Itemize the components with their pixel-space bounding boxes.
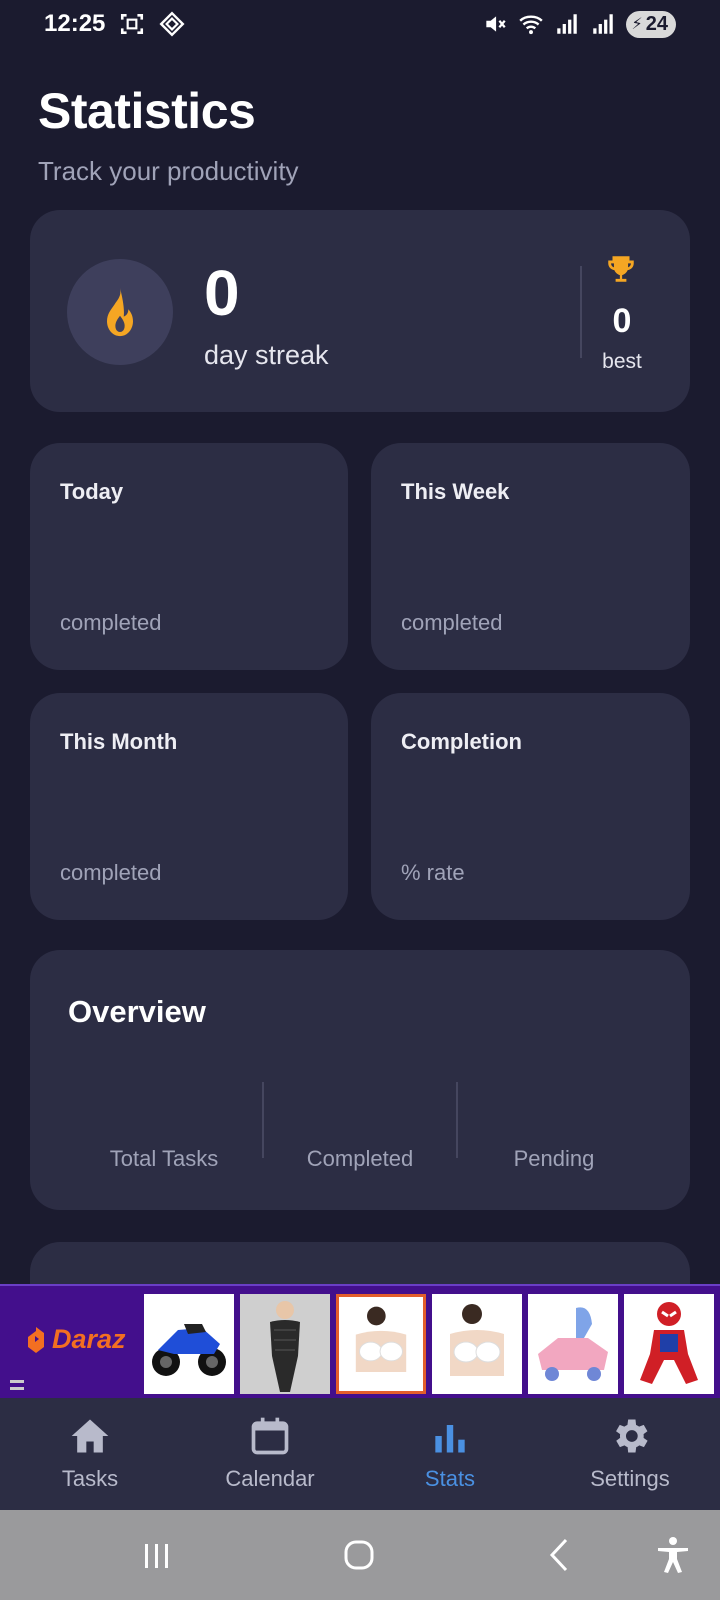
- stat-card-today: Today completed: [30, 443, 348, 670]
- signal-icon: [592, 14, 613, 34]
- battery-indicator: ⚡ 24: [625, 10, 676, 38]
- stat-card-subtitle: % rate: [401, 860, 465, 885]
- ad-product-bra[interactable]: [432, 1294, 522, 1394]
- ad-brand-logo[interactable]: Daraz: [24, 1324, 126, 1355]
- nav-tasks[interactable]: Tasks: [0, 1414, 180, 1492]
- stat-card-subtitle: completed: [60, 610, 162, 635]
- nav-settings[interactable]: Settings: [540, 1414, 720, 1492]
- battery-level: 24: [645, 12, 668, 35]
- status-time: 12:25: [44, 10, 106, 37]
- bottom-nav: Tasks Calendar Stats Settings: [0, 1398, 720, 1510]
- streak-card: 0 day streak 0 best: [30, 210, 690, 412]
- system-nav-bar: [0, 1510, 720, 1600]
- overview-pending-label: Pending: [513, 1146, 595, 1171]
- stat-card-subtitle: completed: [401, 610, 503, 635]
- daraz-logo-icon: [28, 1326, 44, 1353]
- recent-apps-icon[interactable]: [132, 1532, 182, 1578]
- motorbike-image: [152, 1324, 226, 1376]
- ad-product-spiderman-costume[interactable]: [624, 1294, 714, 1394]
- flame-badge: [67, 259, 173, 365]
- accessibility-icon[interactable]: [648, 1532, 698, 1578]
- bodysuit-image: [270, 1301, 300, 1392]
- stat-card-title: This Week: [401, 479, 510, 504]
- nav-tasks-label: Tasks: [61, 1466, 119, 1491]
- nav-calendar[interactable]: Calendar: [180, 1414, 360, 1492]
- flame-icon: [107, 287, 133, 337]
- page-subtitle: Track your productivity: [38, 156, 299, 186]
- screenshot-icon: [121, 14, 144, 34]
- spiderman-image: [640, 1302, 698, 1384]
- mute-icon: [485, 16, 506, 32]
- stat-card-title: This Month: [60, 729, 178, 754]
- nav-stats[interactable]: Stats: [360, 1414, 540, 1492]
- wifi-icon: [518, 15, 543, 35]
- stat-card-title: Completion: [401, 729, 522, 754]
- overview-title: Overview: [68, 994, 206, 1029]
- nav-calendar-label: Calendar: [225, 1466, 315, 1491]
- nav-settings-label: Settings: [590, 1466, 670, 1491]
- nfc-icon: [159, 11, 185, 37]
- ad-banner[interactable]: Daraz: [0, 1284, 720, 1398]
- stat-card-this-month: This Month completed: [30, 693, 348, 920]
- calendar-icon: [251, 1417, 289, 1455]
- home-icon: [71, 1419, 109, 1453]
- stat-card-title: Today: [60, 479, 124, 504]
- streak-count: 0: [204, 257, 240, 329]
- battery-charging-icon: ⚡: [631, 16, 643, 33]
- back-icon[interactable]: [536, 1532, 586, 1578]
- overview-total-tasks-label: Total Tasks: [109, 1146, 219, 1171]
- trophy-icon: [608, 256, 634, 282]
- home-button-icon[interactable]: [334, 1532, 384, 1578]
- signal-icon: [556, 14, 577, 34]
- nav-stats-label: Stats: [424, 1466, 476, 1491]
- best-streak-value: 0: [612, 302, 632, 340]
- bar-chart-icon: [435, 1425, 465, 1453]
- ad-product-bodysuit[interactable]: [240, 1294, 330, 1394]
- toy-car-image: [538, 1307, 608, 1381]
- stat-card-subtitle: completed: [60, 860, 162, 885]
- overview-card: Overview Total Tasks Completed Pending: [30, 950, 690, 1210]
- ad-product-bra[interactable]: [336, 1294, 426, 1394]
- stat-card-this-week: This Week completed: [371, 443, 690, 670]
- bra-image: [450, 1304, 504, 1376]
- best-streak-label: best: [602, 350, 642, 373]
- ad-brand-name: Daraz: [52, 1324, 126, 1354]
- ad-product-toy-car[interactable]: [528, 1294, 618, 1394]
- status-bar: 12:25 ⚡ 24: [0, 0, 720, 48]
- ad-menu-icon[interactable]: [10, 1380, 24, 1390]
- streak-label: day streak: [204, 340, 329, 370]
- stat-card-completion: Completion % rate: [371, 693, 690, 920]
- page-title: Statistics: [38, 83, 256, 139]
- overview-completed-label: Completed: [306, 1146, 414, 1171]
- bra-image: [355, 1306, 407, 1372]
- ad-product-motorbike[interactable]: [144, 1294, 234, 1394]
- gear-icon: [616, 1419, 648, 1453]
